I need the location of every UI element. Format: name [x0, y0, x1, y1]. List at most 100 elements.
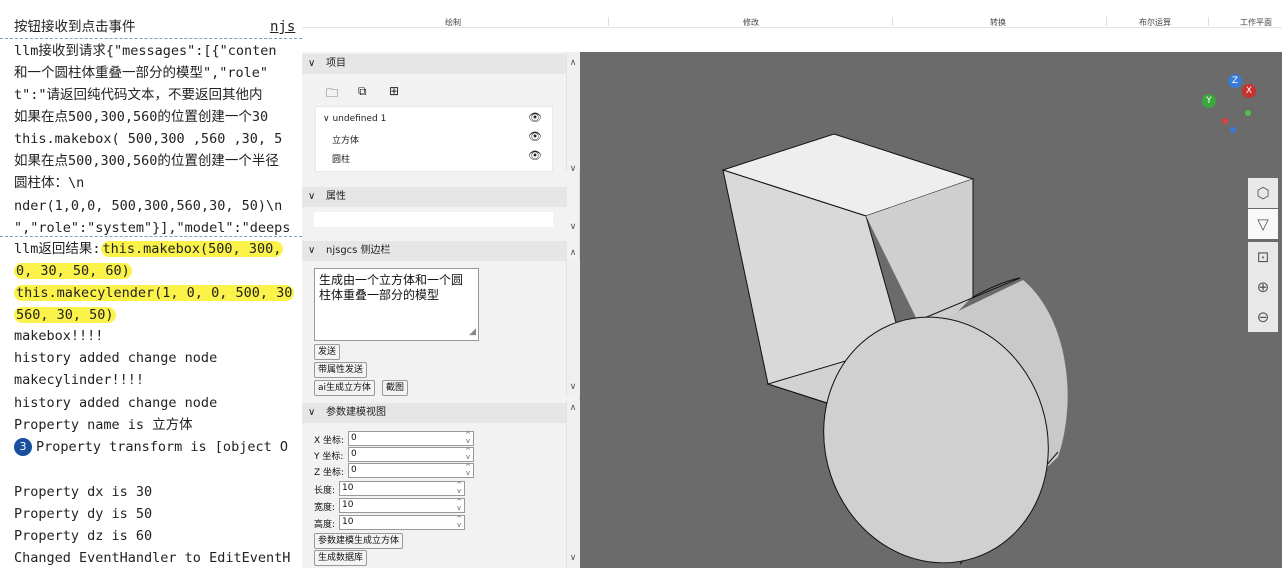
- x-coord-value: 0: [351, 433, 357, 443]
- spinner-icon[interactable]: ^ v: [456, 499, 462, 512]
- prompt-textarea[interactable]: 生成由一个立方体和一个圆柱体重叠一部分的模型 ◢: [314, 268, 479, 341]
- x-axis-icon[interactable]: X: [1242, 84, 1256, 98]
- send-with-props-button[interactable]: 带属性发送: [314, 362, 368, 378]
- section-header-project[interactable]: ∨ 项目: [302, 54, 567, 74]
- chevron-down-icon: ∨: [308, 58, 316, 69]
- llm-result-prefix: llm返回结果:: [14, 241, 101, 257]
- view-cube-icon[interactable]: ⬡: [1248, 178, 1278, 208]
- scrollbar[interactable]: [566, 52, 580, 170]
- new-folder-icon[interactable]: 🗀: [326, 84, 338, 105]
- add-icon[interactable]: ⊞: [389, 84, 399, 98]
- menu-bar: 绘制 修改 转换 布尔运算 工作平面: [302, 0, 1282, 28]
- prompt-text: 生成由一个立方体和一个圆柱体重叠一部分的模型: [319, 273, 464, 302]
- eye-icon[interactable]: 👁: [528, 149, 542, 162]
- tree-item-cube[interactable]: 立方体: [332, 133, 359, 146]
- llm-result-line: 560, 30, 50): [14, 304, 116, 326]
- section-header-properties[interactable]: ∨ 属性: [302, 187, 567, 207]
- menu-modify[interactable]: 修改: [743, 17, 759, 28]
- console-line-text: Property transform is [object O: [36, 439, 288, 455]
- neg-y-dot-icon[interactable]: [1245, 110, 1251, 116]
- z-axis-icon[interactable]: Z: [1228, 74, 1242, 88]
- console-line: t":"请返回纯代码文本，不要返回其他内: [14, 87, 263, 103]
- spinner-icon[interactable]: ^ v: [456, 482, 462, 495]
- menu-transform[interactable]: 转换: [990, 17, 1006, 28]
- y-coord-label: Y 坐标:: [314, 452, 344, 462]
- scrollbar[interactable]: [566, 260, 580, 396]
- console-log: 按钮接收到点击事件 llm接收到请求{"messages":[{"conten …: [0, 0, 302, 568]
- axis-gizmo[interactable]: Z X Y: [1192, 72, 1272, 152]
- menu-divider: [1208, 17, 1209, 26]
- menu-divider: [1106, 17, 1107, 26]
- length-value: 10: [342, 483, 354, 493]
- console-line: 和一个圆柱体重叠一部分的模型","role": [14, 65, 269, 81]
- menu-draw[interactable]: 绘制: [445, 17, 461, 28]
- fit-view-icon[interactable]: ⊡: [1248, 242, 1278, 272]
- eye-icon[interactable]: 👁: [528, 111, 542, 124]
- x-coord-input[interactable]: 0 ^ v: [348, 431, 474, 446]
- send-button[interactable]: 发送: [314, 344, 341, 360]
- console-separator: [0, 38, 302, 39]
- perspective-icon[interactable]: ▽: [1248, 209, 1278, 239]
- highlighted-code: 560, 30, 50): [14, 307, 116, 323]
- scroll-up-icon[interactable]: ∧: [567, 58, 579, 68]
- console-line: makebox!!!!: [14, 328, 104, 344]
- 3d-viewport[interactable]: Z X Y: [580, 52, 1282, 568]
- scroll-up-icon[interactable]: ∧: [567, 403, 579, 413]
- spinner-icon[interactable]: ^ v: [465, 432, 471, 445]
- width-input[interactable]: 10 ^ v: [339, 498, 465, 513]
- eye-icon[interactable]: 👁: [528, 130, 542, 143]
- console-line: 3 Property transform is [object O: [14, 436, 288, 458]
- menu-workplane[interactable]: 工作平面: [1240, 17, 1272, 28]
- console-line: Property dy is 50: [14, 506, 153, 522]
- console-line: history added change node: [14, 395, 218, 411]
- chevron-down-icon: ∨: [308, 407, 316, 418]
- scrollbar[interactable]: [566, 400, 580, 568]
- neg-x-dot-icon[interactable]: [1222, 118, 1228, 124]
- chevron-down-icon: ∨: [308, 191, 316, 202]
- scroll-up-icon[interactable]: ∧: [567, 248, 579, 258]
- console-line: 如果在点500,300,560的位置创建一个30: [14, 109, 269, 125]
- console-line: makecylinder!!!!: [14, 372, 145, 388]
- scroll-down-icon[interactable]: ∨: [567, 164, 579, 174]
- scroll-down-icon[interactable]: ∨: [567, 222, 579, 232]
- spinner-icon[interactable]: ^ v: [465, 448, 471, 461]
- cylinder-curve: [972, 179, 1021, 298]
- console-separator: [0, 236, 302, 237]
- resize-grip-icon[interactable]: ◢: [469, 325, 476, 340]
- njs-tab[interactable]: njs: [270, 19, 295, 35]
- console-line: 按钮接收到点击事件: [14, 19, 136, 35]
- generate-db-button[interactable]: 生成数据库: [314, 550, 368, 566]
- copy-icon[interactable]: ⧉: [358, 84, 367, 99]
- z-coord-value: 0: [351, 465, 357, 475]
- scroll-down-icon[interactable]: ∨: [567, 553, 579, 563]
- highlighted-code: this.makebox(500, 300,: [100, 241, 284, 257]
- height-input[interactable]: 10 ^ v: [339, 515, 465, 530]
- section-title: 属性: [326, 191, 346, 202]
- section-header-sidebar[interactable]: ∨ njsgcs 侧边栏: [302, 241, 567, 261]
- param-cube-button[interactable]: 参数建模生成立方体: [314, 533, 404, 549]
- y-axis-icon[interactable]: Y: [1202, 94, 1216, 108]
- screenshot-button[interactable]: 截图: [382, 380, 409, 396]
- section-header-parametric[interactable]: ∨ 参数建模视图: [302, 403, 567, 423]
- x-coord-label: X 坐标:: [314, 436, 345, 446]
- zoom-in-icon[interactable]: ⊕: [1248, 272, 1278, 302]
- scroll-down-icon[interactable]: ∨: [567, 382, 579, 392]
- chevron-down-icon: ∨: [308, 245, 316, 256]
- height-label: 高度:: [314, 520, 336, 530]
- neg-z-dot-icon[interactable]: [1230, 127, 1236, 133]
- highlighted-code: 0, 30, 50, 60): [14, 263, 132, 279]
- width-value: 10: [342, 500, 354, 510]
- length-label: 长度:: [314, 486, 336, 496]
- zoom-out-icon[interactable]: ⊖: [1248, 302, 1278, 332]
- tree-item-cylinder[interactable]: 圆柱: [332, 152, 350, 165]
- length-input[interactable]: 10 ^ v: [339, 481, 465, 496]
- menu-boolean[interactable]: 布尔运算: [1139, 17, 1171, 28]
- z-coord-input[interactable]: 0 ^ v: [348, 463, 474, 478]
- tree-item-document[interactable]: ∨ undefined 1: [323, 114, 386, 124]
- ai-cube-button[interactable]: ai生成立方体: [314, 380, 376, 396]
- height-value: 10: [342, 517, 354, 527]
- spinner-icon[interactable]: ^ v: [465, 464, 471, 477]
- spinner-icon[interactable]: ^ v: [456, 516, 462, 529]
- console-line: 圆柱体：\n: [14, 175, 85, 191]
- y-coord-input[interactable]: 0 ^ v: [348, 447, 474, 462]
